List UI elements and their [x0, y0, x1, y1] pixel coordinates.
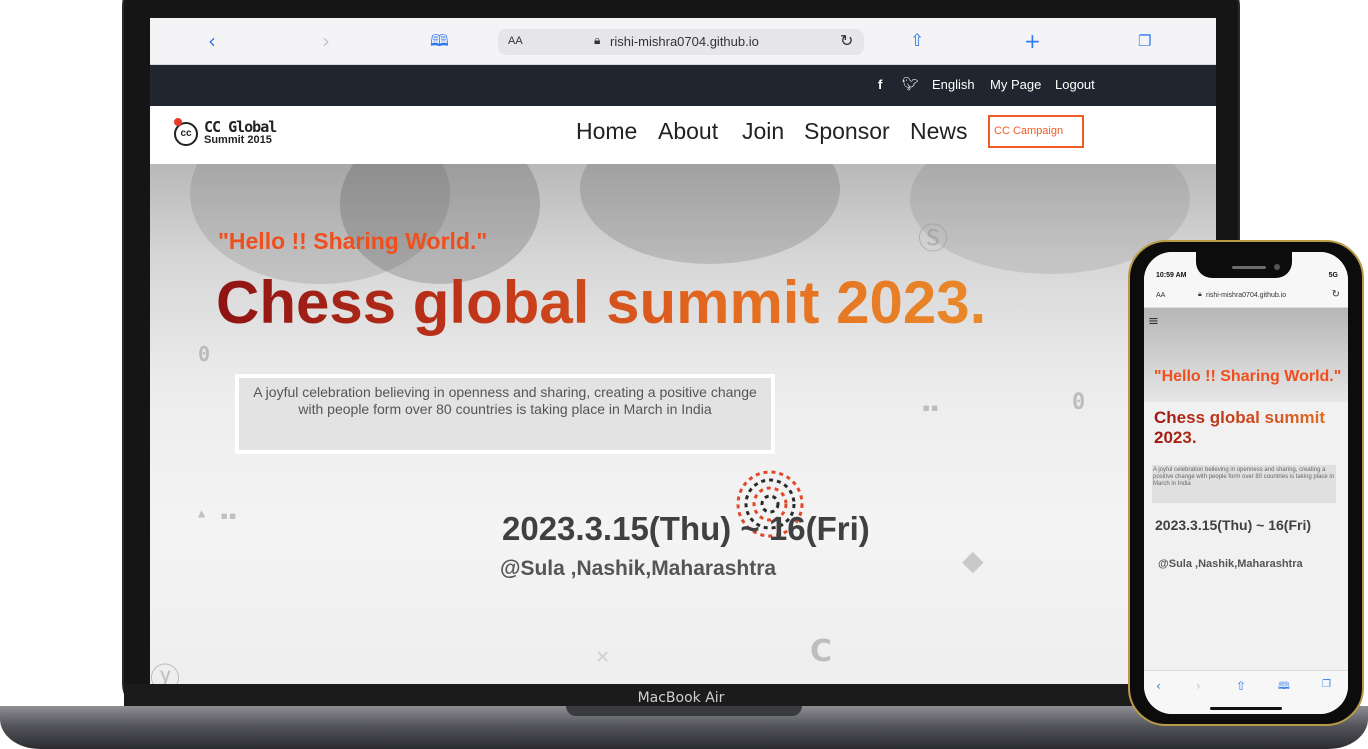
- hero-date: 2023.3.15(Thu) ~ 16(Fri): [502, 510, 870, 547]
- phone-camera: [1274, 264, 1280, 270]
- language-link[interactable]: English: [932, 77, 975, 92]
- site-topbar: f 🐦︎ English My Page Logout: [150, 65, 1216, 106]
- book-icon[interactable]: 🕮: [430, 29, 449, 53]
- phone-address-bar[interactable]: AA 🔒︎ rishi-mishra0704.github.io ↻: [1144, 286, 1348, 308]
- nav-link-join[interactable]: Join: [742, 118, 784, 145]
- hero-section: 0 0 Ⓢ C ✕ ▪▪ ▪▪ ▲ ◆ ⓨ "Hello !! Sharing …: [150, 164, 1216, 684]
- deco-dollar-icon: Ⓢ: [918, 222, 948, 257]
- phone-hero-location: @Sula ,Nashik,Maharashtra: [1158, 558, 1303, 570]
- deco-squares-icon: ▪▪: [922, 400, 939, 416]
- deco-x-icon: ✕: [596, 644, 610, 669]
- phone-hero-date: 2023.3.15(Thu) ~ 16(Fri): [1155, 517, 1312, 533]
- deco-yen-icon: ⓨ: [150, 662, 180, 684]
- twitter-icon[interactable]: 🐦︎: [902, 77, 919, 92]
- phone-lock-icon: 🔒︎: [1198, 291, 1202, 298]
- nav-link-home[interactable]: Home: [576, 118, 637, 145]
- phone-screen: 10:59 AM 5G AA 🔒︎ rishi-mishra0704.githu…: [1144, 252, 1348, 714]
- phone-time: 10:59 AM: [1156, 272, 1187, 279]
- deco-diamond-grid-icon: ◆: [962, 540, 984, 581]
- tabs-icon[interactable]: ❐: [1138, 29, 1151, 53]
- text-size-button[interactable]: AA: [508, 35, 523, 47]
- logo-line2: Summit 2015: [204, 134, 272, 146]
- phone-tabs-icon[interactable]: ❐: [1322, 679, 1331, 690]
- mockup-stage: ‹ › 🕮 AA 🔒︎ rishi-mishra0704.github.io ↻…: [0, 0, 1368, 749]
- hero-bg-shape: [580, 164, 840, 264]
- deco-c-icon: C: [810, 634, 833, 669]
- logout-link[interactable]: Logout: [1055, 77, 1095, 92]
- site-logo[interactable]: cc CC Global Summit 2015: [174, 118, 284, 154]
- phone-url-text[interactable]: rishi-mishra0704.github.io: [1206, 292, 1286, 299]
- logo-dot: [174, 118, 182, 126]
- phone-hero-tagline: "Hello !! Sharing World.": [1154, 368, 1342, 385]
- phone-book-icon[interactable]: 🕮: [1278, 679, 1290, 696]
- nav-link-about[interactable]: About: [658, 118, 718, 145]
- url-text[interactable]: rishi-mishra0704.github.io: [610, 34, 759, 49]
- plus-icon[interactable]: +: [1024, 29, 1041, 53]
- laptop-model-label: MacBook Air: [637, 690, 725, 706]
- nav-link-sponsor[interactable]: Sponsor: [804, 118, 890, 145]
- phone-browser-toolbar: ‹ › ⇧ 🕮 ❐: [1144, 670, 1348, 714]
- nav-link-news[interactable]: News: [910, 118, 968, 145]
- share-icon[interactable]: ⇧: [910, 29, 924, 53]
- deco-zero-icon: 0: [1072, 390, 1086, 415]
- phone-frame: 10:59 AM 5G AA 🔒︎ rishi-mishra0704.githu…: [1128, 240, 1364, 726]
- hero-tagline: "Hello !! Sharing World.": [218, 228, 488, 254]
- facebook-icon[interactable]: f: [878, 77, 882, 92]
- chevron-right-icon[interactable]: ›: [322, 29, 330, 53]
- hero-location: @Sula ,Nashik,Maharashtra: [500, 557, 777, 580]
- campaign-button[interactable]: CC Campaign: [988, 115, 1084, 148]
- phone-speaker: [1232, 266, 1266, 269]
- hero-title: Chess global summit 2023.: [216, 269, 987, 336]
- phone-hero-description: A joyful celebration believing in openne…: [1152, 465, 1336, 503]
- phone-hero-bg: [1144, 308, 1348, 402]
- chevron-left-icon[interactable]: ‹: [208, 29, 216, 53]
- deco-triangle-icon: ▲: [198, 506, 206, 520]
- site-nav: cc CC Global Summit 2015 Home About Join…: [150, 106, 1216, 164]
- phone-dynamic-island: [1196, 252, 1292, 278]
- laptop-notch: [566, 706, 802, 716]
- phone-home-indicator: [1210, 707, 1282, 710]
- lock-icon: 🔒︎: [594, 33, 601, 47]
- phone-signal: 5G: [1328, 272, 1338, 279]
- laptop-screen: ‹ › 🕮 AA 🔒︎ rishi-mishra0704.github.io ↻…: [150, 18, 1216, 684]
- hamburger-icon[interactable]: ≡: [1148, 314, 1159, 329]
- phone-reload-icon[interactable]: ↻: [1332, 289, 1340, 300]
- phone-text-size-button[interactable]: AA: [1156, 292, 1165, 299]
- phone-back-icon[interactable]: ‹: [1156, 679, 1161, 693]
- address-bar[interactable]: AA 🔒︎ rishi-mishra0704.github.io ↻: [498, 29, 864, 55]
- reload-icon[interactable]: ↻: [840, 31, 853, 50]
- browser-toolbar: ‹ › 🕮 AA 🔒︎ rishi-mishra0704.github.io ↻…: [150, 18, 1216, 65]
- phone-share-icon[interactable]: ⇧: [1236, 679, 1246, 693]
- deco-zero-icon: 0: [198, 342, 211, 366]
- phone-forward-icon[interactable]: ›: [1196, 679, 1201, 693]
- phone-hero-title: Chess global summit 2023.: [1154, 408, 1348, 448]
- deco-squares-icon: ▪▪: [220, 508, 237, 524]
- my-page-link[interactable]: My Page: [990, 77, 1041, 92]
- hero-description: A joyful celebration believing in openne…: [235, 374, 775, 454]
